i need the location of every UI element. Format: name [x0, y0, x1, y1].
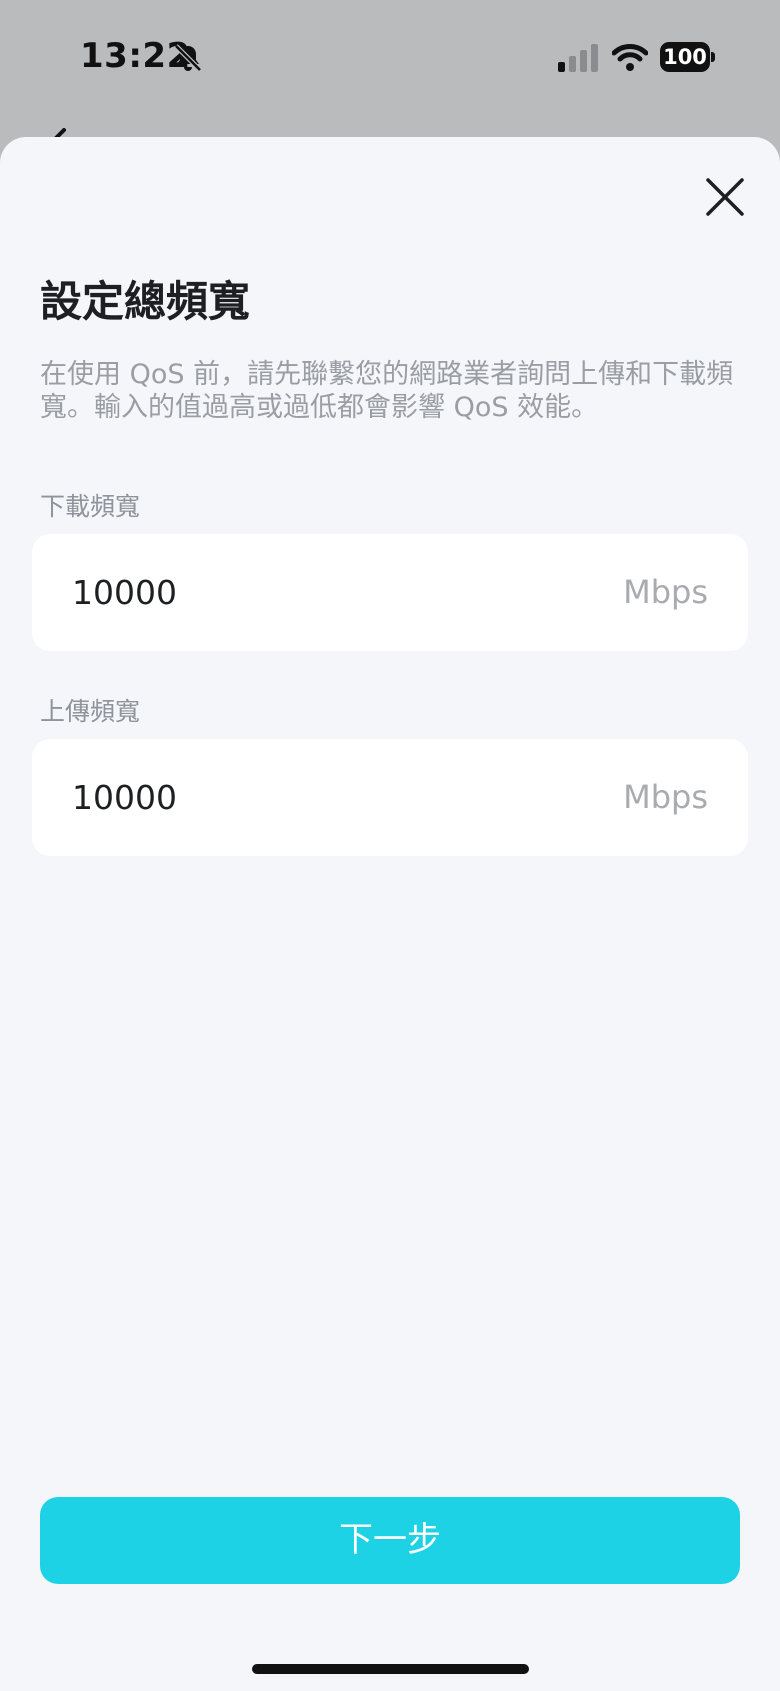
page-title: 設定總頻寬	[40, 277, 251, 326]
wifi-icon	[612, 44, 648, 71]
description-text: 在使用 QoS 前，請先聯繫您的網路業者詢問上傳和下載頻寬。輸入的值過高或過低都…	[40, 359, 734, 423]
download-bandwidth-field[interactable]: Mbps	[32, 534, 748, 651]
download-bandwidth-input[interactable]	[72, 534, 522, 651]
battery-icon: 100	[660, 42, 716, 72]
upload-bandwidth-input[interactable]	[72, 739, 522, 856]
upload-bandwidth-label: 上傳頻寬	[40, 697, 141, 726]
download-bandwidth-label: 下載頻寬	[40, 492, 141, 521]
status-bar: 13:22 100	[0, 0, 780, 140]
download-unit: Mbps	[623, 573, 708, 611]
next-button[interactable]: 下一步	[40, 1497, 740, 1584]
home-indicator[interactable]	[252, 1664, 529, 1674]
upload-unit: Mbps	[623, 778, 708, 816]
close-icon[interactable]	[700, 172, 750, 222]
cellular-signal-icon	[558, 44, 598, 72]
bell-slash-icon	[174, 44, 202, 72]
battery-level: 100	[663, 45, 707, 69]
upload-bandwidth-field[interactable]: Mbps	[32, 739, 748, 856]
